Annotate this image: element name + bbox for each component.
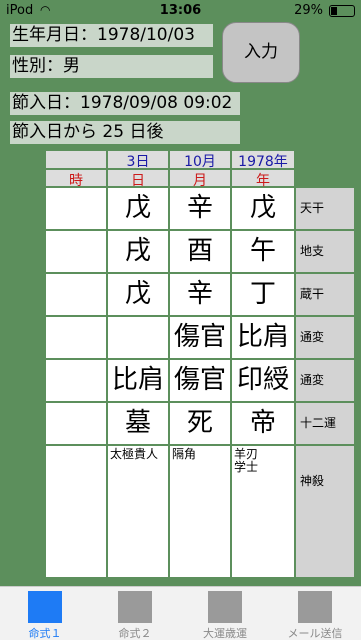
header-month-value: 10月 — [170, 151, 230, 170]
cell-value-year: 比肩 — [236, 322, 289, 352]
row-label: 通変 — [296, 317, 354, 358]
cell-value-year: 戊 — [249, 193, 276, 223]
tab-taiun[interactable]: 大運歳運 — [180, 587, 270, 640]
square-icon — [208, 591, 242, 623]
cell-value-year: 丁 — [249, 279, 276, 309]
battery-icon — [329, 5, 355, 17]
square-icon — [118, 591, 152, 623]
meishiki-grid: 3日 10月 1978年 時 日 月 年 戊辛戊天干戌酉午地支戊辛丁蔵干 傷官 比肩… — [46, 151, 354, 577]
battery-percent: 29% — [294, 3, 323, 18]
status-bar: iPod ◠ 13:06 29% — [0, 0, 361, 22]
row-label: 天干 — [296, 188, 354, 229]
header-blank — [46, 151, 106, 168]
header-year-value: 1978年 — [232, 151, 294, 170]
cell-value-month: 死 — [186, 408, 213, 438]
cell-value-hour — [46, 190, 106, 231]
tab-mail[interactable]: メール送信 — [270, 587, 360, 640]
shinsatsu-value-year: 羊刃 学士 — [234, 447, 259, 474]
row-label: 十二運 — [296, 403, 354, 444]
row-label: 地支 — [296, 231, 354, 272]
tab-label: 大運歳運 — [203, 627, 247, 640]
gender-field: 性別：男 — [10, 55, 213, 78]
tab-bar: 命式１ 命式２ 大運歳運 メール送信 — [0, 586, 361, 640]
cell-value-day: 戊 — [124, 193, 151, 223]
cell-value-hour — [46, 276, 106, 317]
row-label: 通変 — [296, 360, 354, 401]
tab-label: 命式２ — [118, 627, 152, 640]
birthdate-field: 生年月日：1978/10/03 — [10, 24, 213, 47]
cell-value-day: 比肩 — [111, 365, 164, 395]
pillar-day: 日 — [108, 170, 168, 189]
cell-value-hour — [46, 405, 106, 446]
square-icon — [28, 591, 62, 623]
pillar-month: 月 — [170, 170, 230, 189]
battery-fill — [331, 7, 338, 15]
cell-value-year: 印綬 — [236, 365, 289, 395]
tab-label: メール送信 — [287, 627, 343, 640]
cell-value-month: 酉 — [186, 236, 213, 266]
shinsatsu-value-month: 隔角 — [172, 447, 197, 461]
cell-value-month: 傷官 — [173, 322, 226, 352]
cell-value-day — [108, 319, 168, 360]
days-after-field: 節入日から 25 日後 — [10, 121, 240, 144]
cell-value-hour — [46, 362, 106, 403]
cell-value-year: 帝 — [249, 408, 276, 438]
header-day-value: 3日 — [108, 151, 168, 170]
shinsatsu-cell-month — [170, 446, 230, 577]
tab-label: 命式１ — [28, 627, 62, 640]
cell-value-year: 午 — [249, 236, 276, 266]
cell-value-month: 傷官 — [173, 365, 226, 395]
cell-value-month: 辛 — [186, 279, 213, 309]
cell-value-hour — [46, 233, 106, 274]
cell-value-hour — [46, 319, 106, 360]
square-icon — [298, 591, 332, 623]
cell-value-day: 墓 — [124, 408, 151, 438]
shinsatsu-cell-hour — [46, 446, 106, 577]
shinsatsu-value-day: 太極貴人 — [110, 447, 159, 461]
input-button[interactable]: 入力 — [222, 22, 300, 83]
cell-value-month: 辛 — [186, 193, 213, 223]
tab-meishiki-2[interactable]: 命式２ — [90, 587, 180, 640]
pillar-year: 年 — [232, 170, 294, 189]
pillar-hour: 時 — [46, 170, 106, 189]
cell-value-day: 戊 — [124, 279, 151, 309]
row-label: 蔵干 — [296, 274, 354, 315]
setsuiri-field: 節入日：1978/09/08 09:02 — [10, 92, 240, 115]
shinsatsu-cell-day — [108, 446, 168, 577]
row-label: 神殺 — [296, 446, 354, 577]
tab-meishiki-1[interactable]: 命式１ — [0, 587, 90, 640]
cell-value-day: 戌 — [124, 236, 151, 266]
